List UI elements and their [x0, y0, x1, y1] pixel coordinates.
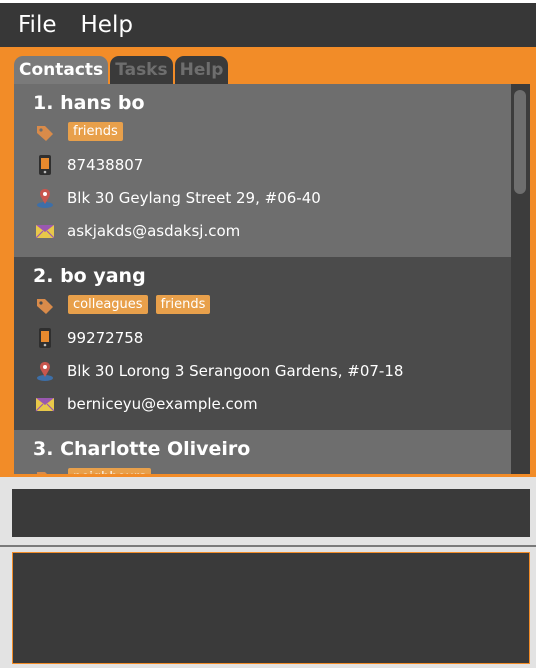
tab-pane: Contacts Tasks Help 1. hans bo friends 8…	[0, 47, 536, 477]
email-text: askjakds@asdaksj.com	[67, 222, 241, 240]
phone-icon	[39, 328, 51, 348]
tag-badge: friends	[155, 295, 211, 314]
tag-list: colleagues friends	[68, 295, 218, 314]
location-icon	[37, 362, 53, 381]
result-area	[0, 547, 536, 668]
contact-title: 3. Charlotte Oliveiro	[33, 438, 250, 460]
tab-bar: Contacts Tasks Help	[14, 56, 230, 84]
menu-help[interactable]: Help	[81, 13, 133, 37]
tag-icon	[37, 126, 53, 141]
contact-name: Charlotte Oliveiro	[60, 438, 251, 460]
tag-badge: colleagues	[68, 295, 148, 314]
tag-icon	[37, 299, 53, 314]
contact-index: 2.	[33, 265, 54, 287]
menu-bar: File Help	[0, 0, 536, 47]
command-input[interactable]	[12, 489, 530, 537]
contact-index: 1.	[33, 92, 54, 114]
address-text: Blk 30 Lorong 3 Serangoon Gardens, #07-1…	[67, 362, 404, 380]
contact-card[interactable]: 1. hans bo friends 87438807 Blk 30 Geyla…	[14, 84, 511, 257]
location-icon	[37, 189, 53, 208]
envelope-icon	[35, 398, 55, 412]
tag-badge: neighbours	[68, 468, 151, 474]
tab-tasks[interactable]: Tasks	[110, 56, 173, 84]
contact-index: 3.	[33, 438, 54, 460]
phone-text: 87438807	[67, 156, 144, 174]
tag-badge: friends	[68, 122, 123, 141]
contact-card[interactable]: 3. Charlotte Oliveiro neighbours	[14, 430, 511, 474]
menu-file[interactable]: File	[18, 13, 57, 37]
email-row: berniceyu@example.com	[35, 392, 258, 416]
email-text: berniceyu@example.com	[67, 395, 258, 413]
address-row: Blk 30 Geylang Street 29, #06-40	[35, 186, 321, 210]
app-window: File Help Contacts Tasks Help 1. hans bo	[0, 0, 536, 668]
result-display[interactable]	[12, 552, 530, 664]
phone-icon	[39, 155, 51, 175]
contact-card[interactable]: 2. bo yang colleagues friends 99272758 B…	[14, 257, 511, 430]
address-row: Blk 30 Lorong 3 Serangoon Gardens, #07-1…	[35, 359, 403, 383]
tag-icon	[37, 472, 47, 474]
scrollbar[interactable]	[511, 84, 530, 474]
tag-list: neighbours	[68, 468, 159, 474]
contact-title: 1. hans bo	[33, 92, 145, 114]
tab-help[interactable]: Help	[174, 56, 229, 84]
phone-row: 87438807	[35, 153, 143, 177]
tab-contacts[interactable]: Contacts	[14, 56, 109, 84]
email-row: askjakds@asdaksj.com	[35, 219, 240, 243]
scrollbar-thumb[interactable]	[514, 90, 526, 194]
contact-title: 2. bo yang	[33, 265, 146, 287]
phone-text: 99272758	[67, 329, 144, 347]
command-area	[0, 477, 536, 545]
tag-row	[35, 294, 55, 318]
contact-name: bo yang	[60, 265, 146, 287]
tag-row	[35, 467, 55, 474]
tag-list: friends	[68, 122, 131, 141]
contact-list[interactable]: 1. hans bo friends 87438807 Blk 30 Geyla…	[14, 84, 530, 474]
envelope-icon	[35, 225, 55, 239]
tag-row	[35, 121, 55, 145]
phone-row: 99272758	[35, 326, 143, 350]
contact-name: hans bo	[60, 92, 145, 114]
address-text: Blk 30 Geylang Street 29, #06-40	[67, 189, 321, 207]
